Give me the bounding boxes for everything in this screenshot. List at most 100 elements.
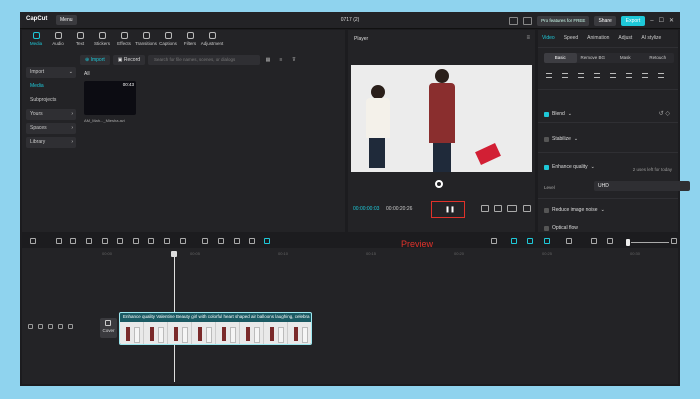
mirror-icon[interactable]	[180, 238, 186, 244]
video-preview[interactable]	[351, 65, 532, 172]
filter-all[interactable]: All	[84, 71, 90, 77]
auto-reframe-icon[interactable]	[234, 238, 240, 244]
zoom-fit-icon[interactable]	[591, 238, 597, 244]
timeline-clip[interactable]: Enhance quality Valentine Beauty girl wi…	[119, 312, 312, 345]
tool-filters[interactable]: Filters	[180, 30, 200, 50]
tab-adjust[interactable]: Adjust	[618, 35, 632, 41]
zoom-out-icon[interactable]	[607, 238, 613, 244]
marker-icon[interactable]	[148, 238, 154, 244]
menu-icon[interactable]: ≡	[526, 35, 530, 41]
reverse-icon[interactable]	[218, 238, 224, 244]
tool-media[interactable]: Media	[26, 30, 46, 50]
align-center-icon[interactable]	[562, 73, 568, 78]
blend-row[interactable]: Blend ⌄	[544, 111, 572, 117]
main-track-magnet-icon[interactable]	[511, 238, 517, 244]
microphone-icon[interactable]	[491, 238, 497, 244]
stabilize-row[interactable]: Stabilize ⌄	[544, 136, 578, 142]
tool-adjustment[interactable]: Adjustment	[201, 30, 223, 50]
fullscreen-icon[interactable]	[523, 205, 531, 212]
align-middle-icon[interactable]	[610, 73, 616, 78]
level-select[interactable]: UHD	[594, 181, 690, 191]
tool-audio[interactable]: Audio	[48, 30, 68, 50]
crop-icon[interactable]	[494, 205, 502, 212]
cover-button[interactable]: Cover	[100, 318, 117, 338]
import-button[interactable]: ⊕ Import	[80, 54, 110, 65]
blend-checkbox[interactable]	[544, 111, 549, 117]
quality-icon[interactable]	[481, 205, 489, 212]
linkage-icon[interactable]	[544, 238, 550, 244]
reduce-noise-checkbox[interactable]	[544, 207, 549, 213]
align-left-icon[interactable]	[546, 73, 552, 78]
tool-text[interactable]: Text	[70, 30, 90, 50]
nav-yours[interactable]: Yours ›	[26, 109, 76, 120]
media-clip-thumbnail[interactable]: 00:43	[84, 81, 136, 115]
minimize-icon[interactable]: –	[650, 18, 653, 24]
reset-icon[interactable]: ↺ ◇	[659, 110, 670, 117]
layout-icon[interactable]	[509, 16, 519, 25]
align-right-icon[interactable]	[578, 73, 584, 78]
nav-subprojects[interactable]: Subprojects	[26, 95, 76, 106]
nav-media[interactable]: Media	[26, 81, 76, 92]
lock-icon[interactable]	[38, 324, 43, 329]
align-bottom-icon[interactable]	[626, 73, 632, 78]
zoom-in-icon[interactable]	[671, 238, 677, 244]
nav-import[interactable]: Import ⌄	[26, 67, 76, 78]
ai-icon[interactable]	[264, 238, 270, 244]
pause-button[interactable]: ❚❚	[431, 201, 465, 218]
tab-video[interactable]: Video	[542, 35, 555, 41]
align-top-icon[interactable]	[594, 73, 600, 78]
tool-captions[interactable]: Captions	[158, 30, 178, 50]
sort-icon[interactable]: ≡	[276, 56, 286, 64]
redo-icon[interactable]	[70, 238, 76, 244]
stabilize-checkbox[interactable]	[544, 136, 549, 142]
enhance-quality-checkbox[interactable]	[544, 164, 549, 170]
subtab-remove-bg[interactable]: Remove BG	[577, 53, 610, 63]
track-thumbnail-icon[interactable]	[28, 324, 33, 329]
distribute-v-icon[interactable]	[658, 73, 664, 78]
split-icon[interactable]	[86, 238, 92, 244]
record-button[interactable]: ▣ Record	[112, 54, 146, 65]
distribute-h-icon[interactable]	[642, 73, 648, 78]
shortcuts-icon[interactable]	[523, 16, 533, 25]
auto-snap-icon[interactable]	[527, 238, 533, 244]
search-input[interactable]: Search for file names, scenes, or dialog…	[148, 54, 261, 65]
mute-icon[interactable]	[58, 324, 63, 329]
tool-effects[interactable]: Effects	[114, 30, 134, 50]
optical-flow-checkbox[interactable]	[544, 225, 549, 231]
subtab-basic[interactable]: Basic	[544, 53, 577, 63]
subtab-retouch[interactable]: Retouch	[642, 53, 675, 63]
tab-ai-stylize[interactable]: AI stylize	[641, 35, 661, 41]
grid-view-icon[interactable]: ▦	[263, 56, 273, 64]
optical-flow-row[interactable]: Optical flow	[544, 225, 578, 231]
tab-animation[interactable]: Animation	[587, 35, 609, 41]
nav-library[interactable]: Library ›	[26, 137, 76, 148]
undo-icon[interactable]	[56, 238, 62, 244]
tab-speed[interactable]: Speed	[564, 35, 578, 41]
ratio-icon[interactable]	[507, 205, 517, 212]
tool-transitions[interactable]: Transitions	[135, 30, 157, 50]
split-right-icon[interactable]	[117, 238, 123, 244]
split-left-icon[interactable]	[102, 238, 108, 244]
hide-icon[interactable]	[48, 324, 53, 329]
preview-axis-icon[interactable]	[566, 238, 572, 244]
close-icon[interactable]: ✕	[669, 17, 674, 24]
pro-features-button[interactable]: Pro features for FREE	[537, 15, 590, 26]
zoom-slider[interactable]	[631, 242, 669, 243]
subtab-mask[interactable]: Mask	[609, 53, 642, 63]
export-button[interactable]: Export	[620, 15, 646, 26]
freeze-icon[interactable]	[202, 238, 208, 244]
delete-icon[interactable]	[133, 238, 139, 244]
share-button[interactable]: Share	[594, 15, 616, 26]
maximize-icon[interactable]: ☐	[659, 17, 664, 24]
tool-stickers[interactable]: Stickers	[92, 30, 112, 50]
zoom-slider-knob[interactable]	[626, 239, 630, 246]
nav-spaces[interactable]: Spaces ›	[26, 123, 76, 134]
filter-icon[interactable]: ⊽	[289, 56, 299, 64]
select-tool-icon[interactable]	[30, 238, 36, 244]
timeline-ruler[interactable]: 00:00 00:05 00:10 00:15 00:20 00:25 00:3…	[102, 250, 678, 258]
enhance-quality-row[interactable]: Enhance quality ⌄	[544, 164, 595, 170]
crop-tool-icon[interactable]	[164, 238, 170, 244]
more-icon[interactable]	[68, 324, 73, 329]
speed-icon[interactable]	[249, 238, 255, 244]
reduce-noise-row[interactable]: Reduce image noise ⌄	[544, 207, 605, 213]
